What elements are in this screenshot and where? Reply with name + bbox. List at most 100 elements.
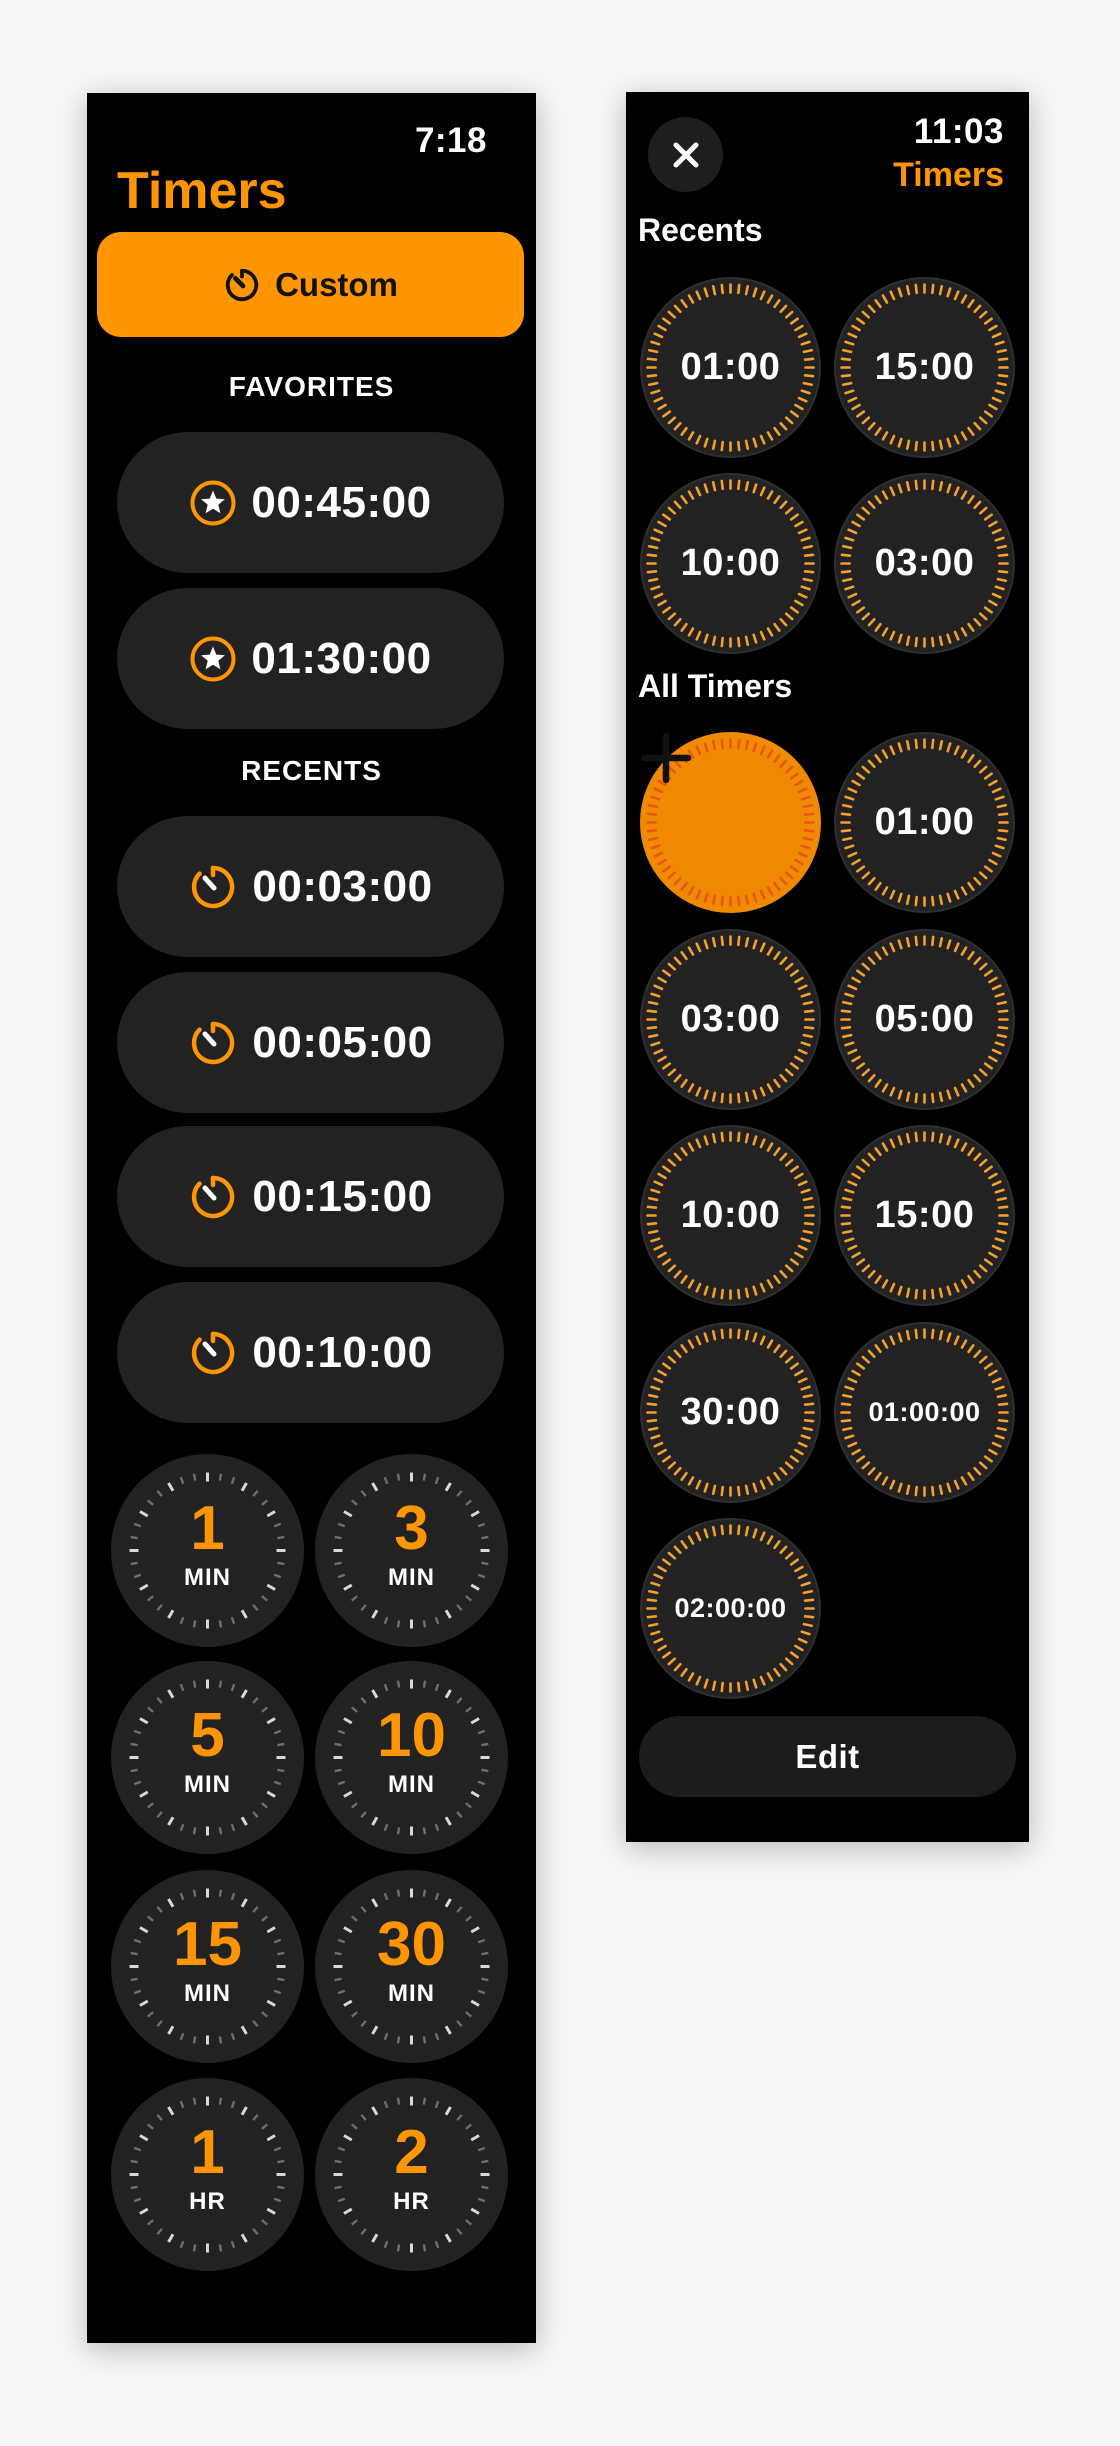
dial-tick [179, 2032, 185, 2041]
dial-tick [465, 2011, 473, 2018]
favorite-timer-item[interactable]: 00:45:00 [117, 432, 504, 573]
timer-label: 15:00 [874, 346, 975, 388]
dial-tick [146, 1802, 154, 1809]
preset-timer-dial[interactable]: 30 MIN [315, 1870, 508, 2063]
dial-tick [252, 1905, 259, 1913]
saved-timer-button[interactable]: 10:00 [640, 1125, 821, 1306]
dial-tick [444, 1689, 452, 1699]
timer-label: 10:00 [680, 542, 781, 584]
recent-timer-item[interactable]: 00:10:00 [117, 1282, 504, 1423]
dial-tick [371, 2233, 379, 2243]
saved-timer-button[interactable]: 30:00 [640, 1322, 821, 1503]
dial-tick [422, 2036, 427, 2044]
dial-tick [192, 1620, 197, 1628]
timers-screen-list: 7:18 Timers Custom FAVORITES 00:45:00 01… [87, 93, 536, 2343]
dial-tick [240, 1609, 248, 1619]
timer-icon [226, 268, 259, 301]
dial-tick [371, 1816, 379, 1826]
recent-timer-item[interactable]: 00:15:00 [117, 1126, 504, 1267]
dial-tick [167, 2106, 175, 2116]
dial-tick [192, 2244, 197, 2252]
dial-tick [240, 2233, 248, 2243]
dial-tick [383, 2100, 389, 2109]
dial-tick [252, 1489, 259, 1497]
dial-tick [456, 2020, 463, 2028]
dial-tick [422, 1473, 427, 1481]
preset-timer-dial[interactable]: 1 MIN [111, 1454, 304, 1647]
dial-tick [422, 1827, 427, 1835]
all-timers-heading: All Timers [638, 668, 793, 704]
preset-timer-dial[interactable]: 10 MIN [315, 1661, 508, 1854]
preset-timer-dial[interactable]: 3 MIN [315, 1454, 508, 1647]
dial-tick [252, 2228, 259, 2236]
dial-tick [350, 1595, 358, 1602]
timer-label: 05:00 [874, 998, 975, 1040]
preset-value: 10 [377, 1701, 446, 1770]
dial-tick [444, 1816, 452, 1826]
star-circle-icon [190, 480, 236, 525]
dial-tick [156, 1811, 163, 1819]
timer-label: 02:00:00 [674, 1593, 787, 1623]
dial-tick [218, 1473, 223, 1481]
recent-timer-item[interactable]: 00:05:00 [117, 972, 504, 1113]
preset-unit: MIN [388, 1980, 435, 2007]
dial-tick [192, 1827, 197, 1835]
favorite-timer-item[interactable]: 01:30:00 [117, 588, 504, 729]
dial-tick [252, 2113, 259, 2121]
dial-tick [465, 2219, 473, 2226]
saved-timer-button[interactable]: 01:00 [834, 732, 1015, 913]
recent-timer-button[interactable]: 10:00 [640, 473, 821, 654]
recent-timer-button[interactable]: 03:00 [834, 473, 1015, 654]
dial-tick [434, 1683, 440, 1692]
dial-tick [167, 1898, 175, 1908]
dial-tick [240, 1482, 248, 1492]
close-button[interactable] [648, 117, 723, 192]
saved-timer-button[interactable]: 15:00 [834, 1125, 1015, 1306]
favorite-timer-label: 01:30:00 [251, 633, 432, 683]
saved-timer-button[interactable]: 01:00:00 [834, 1322, 1015, 1503]
saved-timer-button[interactable]: 03:00 [640, 929, 821, 1110]
dial-tick [261, 2011, 269, 2018]
dial-tick [192, 1889, 197, 1897]
dial-tick [350, 1802, 358, 1809]
preset-timer-dial[interactable]: 2 HR [315, 2078, 508, 2271]
edit-button[interactable]: Edit [639, 1716, 1016, 1797]
saved-timer-button[interactable]: 05:00 [834, 929, 1015, 1110]
dial-tick [252, 1604, 259, 1612]
dial-tick [456, 2228, 463, 2236]
dial-tick [360, 2020, 367, 2028]
recent-timer-item[interactable]: 00:03:00 [117, 816, 504, 957]
add-timer-button[interactable] [640, 732, 821, 913]
recent-timer-label: 00:05:00 [252, 1017, 433, 1067]
dial-tick [252, 1696, 259, 1704]
dial-tick [396, 1827, 401, 1835]
timer-label: 01:00 [874, 801, 975, 843]
dial-tick [383, 1892, 389, 1901]
dial-tick [167, 1689, 175, 1699]
timer-label: 01:00:00 [868, 1397, 981, 1427]
dial-tick [230, 1892, 236, 1901]
dial-tick [383, 1683, 389, 1692]
preset-unit: MIN [388, 1564, 435, 1591]
dial-tick [422, 1889, 427, 1897]
saved-timer-button[interactable]: 02:00:00 [640, 1518, 821, 1699]
dial-tick [261, 1595, 269, 1602]
dial-tick [456, 2113, 463, 2121]
preset-timer-dial[interactable]: 15 MIN [111, 1870, 304, 2063]
preset-timer-dial[interactable]: 1 HR [111, 2078, 304, 2271]
dial-tick [396, 1680, 401, 1688]
preset-timer-dial[interactable]: 5 MIN [111, 1661, 304, 1854]
dial-tick [396, 1620, 401, 1628]
timer-icon [192, 1021, 235, 1064]
dial-tick [218, 1680, 223, 1688]
dial-tick [240, 1898, 248, 1908]
custom-timer-button[interactable]: Custom [97, 232, 524, 337]
timer-label: 03:00 [680, 998, 781, 1040]
dial-tick [218, 2036, 223, 2044]
recent-timer-label: 00:10:00 [252, 1327, 433, 1377]
recent-timer-button[interactable]: 15:00 [834, 277, 1015, 458]
dial-tick [146, 2219, 154, 2226]
preset-unit: HR [189, 2188, 226, 2215]
recent-timer-button[interactable]: 01:00 [640, 277, 821, 458]
dial-tick [179, 1683, 185, 1692]
